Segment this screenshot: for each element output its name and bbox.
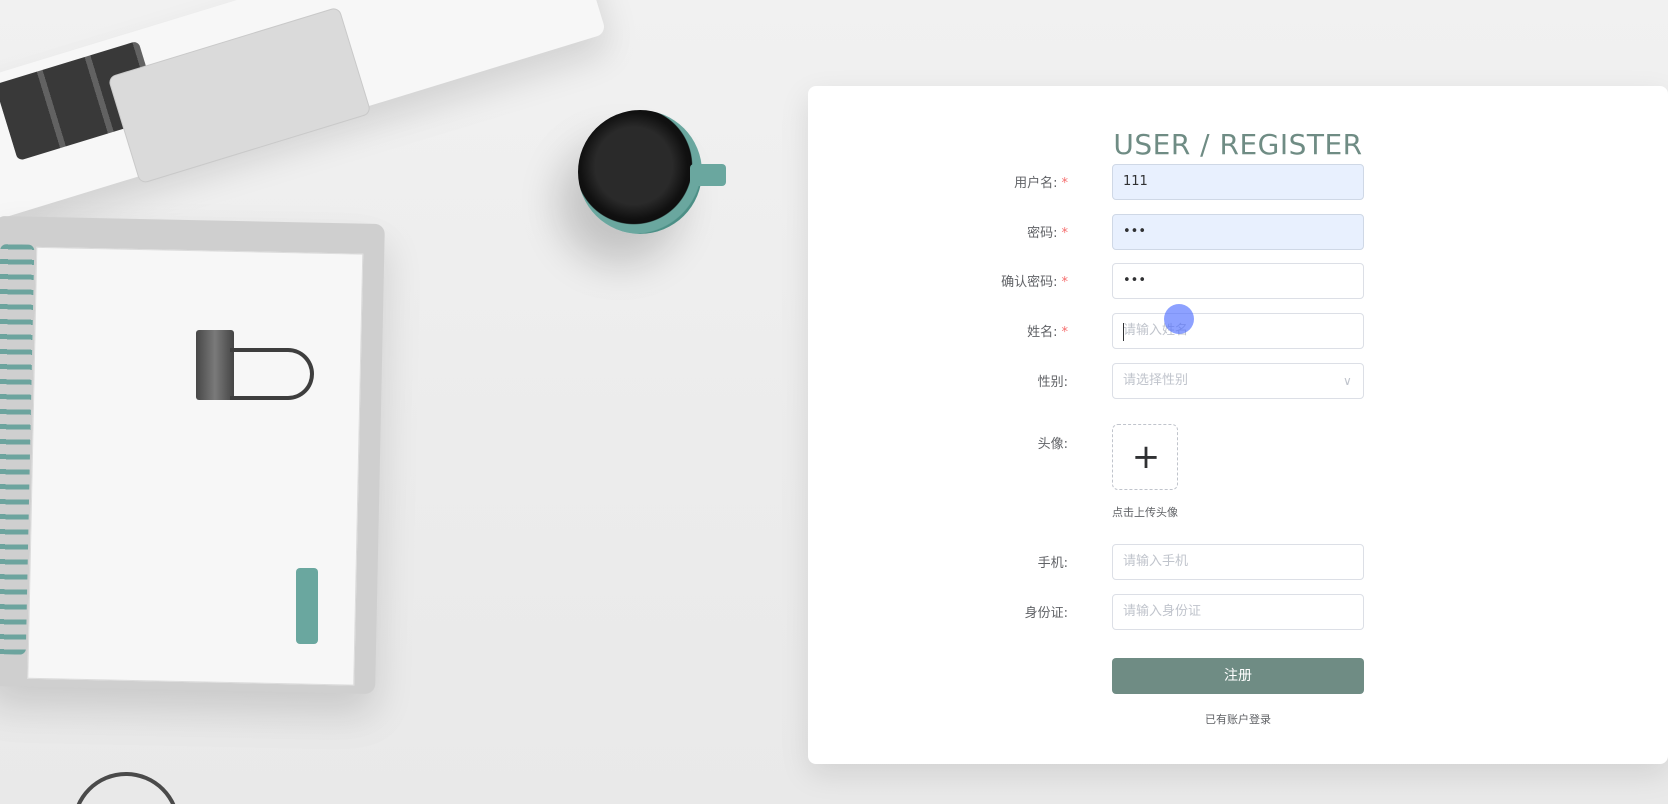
gender-label: 性别: (888, 371, 1068, 390)
register-card: USER / REGISTER 用户名: * 111 密码: * ••• 确认密码:… (808, 86, 1668, 764)
confirm-password-input[interactable]: ••• (1112, 263, 1364, 299)
eraser-image (296, 568, 318, 644)
name-label: 姓名: * (888, 321, 1068, 340)
password-label-text: 密码: (1027, 226, 1058, 241)
required-mark: * (1061, 325, 1069, 340)
gender-label-text: 性别: (1037, 375, 1068, 390)
confirm-password-label: 确认密码: * (888, 271, 1068, 290)
required-mark: * (1061, 176, 1069, 191)
username-value: 111 (1123, 174, 1148, 189)
id-card-placeholder: 请输入身份证 (1123, 604, 1202, 619)
name-input[interactable]: 请输入姓名 (1112, 313, 1364, 349)
page-title: USER / REGISTER (1113, 128, 1363, 161)
binder-clip-wire (230, 348, 314, 400)
coffee-cup-handle-image (690, 164, 726, 186)
phone-placeholder: 请输入手机 (1123, 554, 1189, 569)
gender-placeholder: 请选择性别 (1123, 373, 1189, 388)
password-input[interactable]: ••• (1112, 214, 1364, 250)
gender-select[interactable]: 请选择性别 ∨ (1112, 363, 1364, 399)
name-label-text: 姓名: (1027, 325, 1058, 340)
mouse-cursor-indicator (1164, 304, 1194, 334)
notebook-image (0, 215, 385, 695)
register-button[interactable]: 注册 (1112, 658, 1364, 694)
avatar-label: 头像: (888, 433, 1068, 452)
id-card-label-text: 身份证: (1024, 606, 1068, 621)
confirm-password-value: ••• (1123, 273, 1147, 288)
avatar-label-text: 头像: (1037, 437, 1068, 452)
avatar-upload-hint: 点击上传头像 (1112, 506, 1178, 519)
username-input[interactable]: 111 (1112, 164, 1364, 200)
phone-label: 手机: (888, 552, 1068, 571)
password-value: ••• (1123, 224, 1147, 239)
username-label-text: 用户名: (1014, 176, 1058, 191)
phone-label-text: 手机: (1037, 556, 1068, 571)
text-caret (1123, 323, 1124, 341)
login-link[interactable]: 已有账户登录 (1112, 711, 1364, 727)
plus-icon: + (1131, 437, 1161, 477)
required-mark: * (1061, 226, 1069, 241)
chevron-down-icon: ∨ (1343, 374, 1352, 388)
confirm-password-label-text: 确认密码: (1001, 275, 1058, 290)
coffee-cup-image (578, 110, 702, 234)
binder-clip-image (196, 330, 316, 400)
required-mark: * (1061, 275, 1069, 290)
avatar-uploader[interactable]: + (1112, 424, 1178, 490)
binder-clip-body (196, 330, 234, 400)
phone-input[interactable]: 请输入手机 (1112, 544, 1364, 580)
username-label: 用户名: * (888, 172, 1068, 191)
password-label: 密码: * (888, 222, 1068, 241)
id-card-label: 身份证: (888, 602, 1068, 621)
id-card-input[interactable]: 请输入身份证 (1112, 594, 1364, 630)
